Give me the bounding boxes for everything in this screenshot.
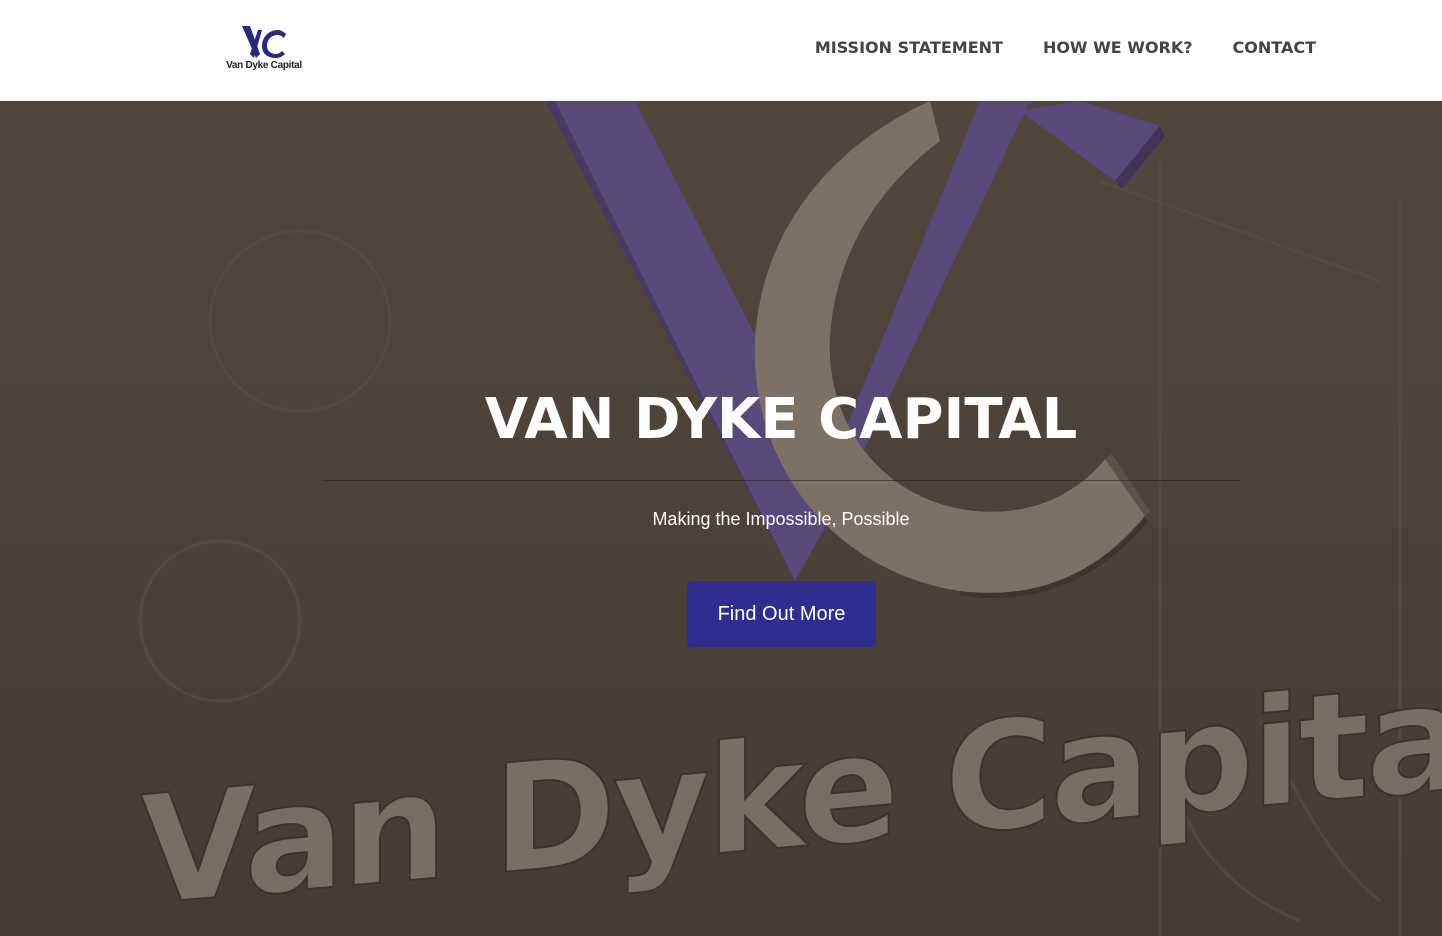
brand-logo[interactable]: Van Dyke Capital (226, 24, 302, 74)
logo-wordmark: Van Dyke Capital (226, 60, 302, 71)
find-out-more-button[interactable]: Find Out More (687, 581, 876, 647)
nav-contact[interactable]: CONTACT (1233, 38, 1316, 57)
hero-section: Van Dyke Capital VAN DYKE CAPITAL Making… (0, 101, 1442, 936)
hero-divider (322, 480, 1240, 481)
nav-how-we-work[interactable]: HOW WE WORK? (1043, 38, 1193, 57)
top-navbar: Van Dyke Capital MISSION STATEMENT HOW W… (0, 0, 1442, 101)
nav-mission-statement[interactable]: MISSION STATEMENT (815, 38, 1003, 57)
hero-title: VAN DYKE CAPITAL (484, 387, 1078, 452)
main-nav: MISSION STATEMENT HOW WE WORK? CONTACT (775, 38, 1316, 57)
vc-logo-icon (242, 26, 286, 58)
hero-subtitle: Making the Impossible, Possible (652, 509, 910, 529)
